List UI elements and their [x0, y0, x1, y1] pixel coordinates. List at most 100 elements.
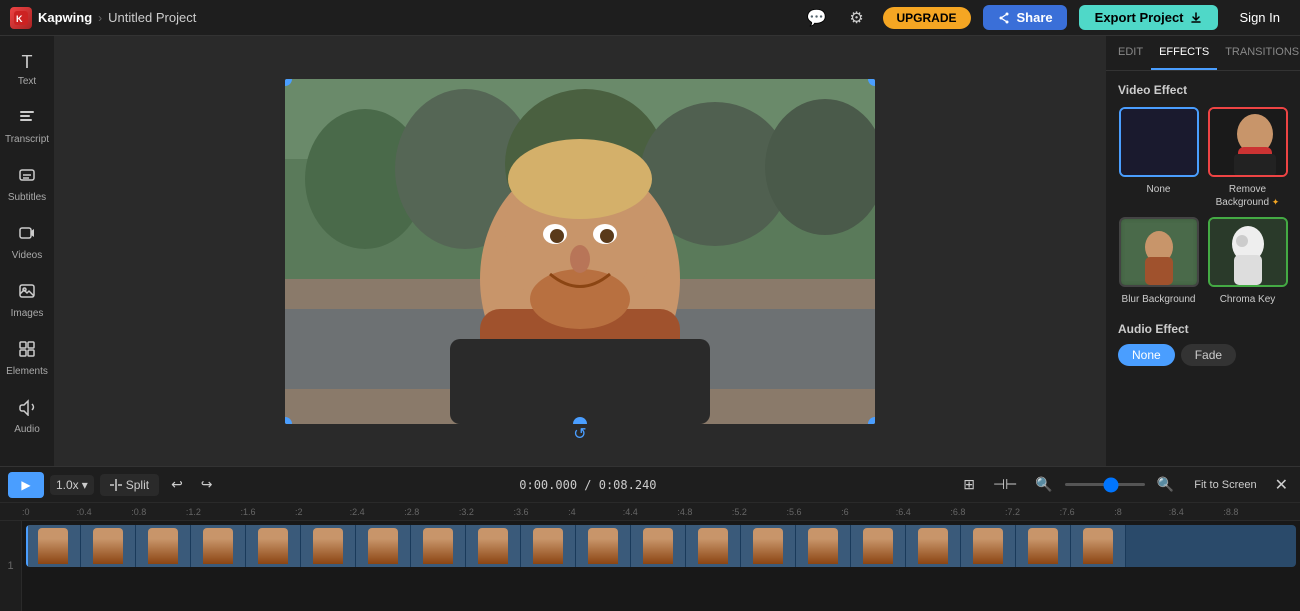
signin-button[interactable]: Sign In	[1230, 5, 1290, 30]
sidebar-item-elements-label: Elements	[6, 366, 48, 378]
track-content	[22, 521, 1300, 611]
zoom-out-icon[interactable]: 🔍	[1029, 472, 1058, 497]
right-panel: EDIT EFFECTS TRANSITIONS TIMING Video Ef…	[1105, 36, 1300, 466]
sidebar-item-transcript[interactable]: Transcript	[3, 100, 51, 154]
sidebar-item-text[interactable]: T Text	[3, 44, 51, 96]
redo-timeline-button[interactable]: ↪	[195, 472, 219, 497]
export-label: Export Project	[1095, 10, 1184, 25]
ruler-mark-11: :4.4	[623, 507, 678, 517]
subtitles-icon	[18, 166, 36, 189]
settings-icon-btn[interactable]: ⚙	[843, 4, 871, 32]
timeline-controls: ▶ 1.0x ▾ Split ↩ ↪ 0:00.000 / 0:08.240 ⊞…	[0, 467, 1300, 503]
audio-icon	[18, 398, 36, 421]
panel-tabs: EDIT EFFECTS TRANSITIONS TIMING	[1106, 36, 1300, 71]
split-icon	[110, 479, 122, 491]
frame-thumb-6	[301, 525, 356, 567]
track-options-icon[interactable]: ⊞	[957, 472, 981, 497]
topbar: K Kapwing › Untitled Project 💬 ⚙ UPGRADE…	[0, 0, 1300, 36]
frame-thumb-8	[411, 525, 466, 567]
ruler-mark-10: :4	[568, 507, 623, 517]
ruler-mark-13: :5.2	[732, 507, 787, 517]
export-button[interactable]: Export Project	[1079, 5, 1218, 30]
timeline-track-area: 1	[0, 521, 1300, 611]
effect-remove-bg-preview	[1210, 109, 1286, 175]
handle-bottom-center[interactable]	[573, 417, 587, 424]
video-canvas[interactable]	[285, 79, 875, 424]
frame-thumb-9	[466, 525, 521, 567]
speed-selector[interactable]: 1.0x ▾	[50, 475, 94, 495]
ruler-marks-container: :0 :0.4 :0.8 :1.2 :1.6 :2 :2.4 :2.8 :3.2…	[22, 507, 1278, 517]
play-button[interactable]: ▶	[8, 472, 44, 498]
ruler-mark-9: :3.6	[513, 507, 568, 517]
frame-thumb-14	[741, 525, 796, 567]
effect-blur-bg-label: Blur Background	[1122, 293, 1196, 306]
frame-thumb-17	[906, 525, 961, 567]
video-background	[285, 79, 875, 424]
ruler-mark-14: :5.6	[787, 507, 842, 517]
frame-thumb-10	[521, 525, 576, 567]
project-name[interactable]: Untitled Project	[108, 10, 196, 25]
share-button[interactable]: Share	[983, 5, 1067, 30]
tab-effects[interactable]: EFFECTS	[1151, 36, 1217, 70]
effect-chroma-key-preview	[1210, 219, 1286, 285]
undo-btn[interactable]	[3, 456, 51, 466]
ruler-mark-3: :1.2	[186, 507, 241, 517]
effect-remove-bg[interactable]: Remove Background ✦	[1207, 107, 1288, 209]
effect-none-label: None	[1147, 183, 1171, 196]
effect-none-preview	[1121, 109, 1197, 175]
undo-timeline-button[interactable]: ↩	[165, 472, 189, 497]
logo-area: K Kapwing › Untitled Project	[10, 7, 196, 29]
effect-blur-bg-thumbnail	[1119, 217, 1199, 287]
breadcrumb-separator: ›	[98, 11, 102, 25]
video-track[interactable]	[26, 525, 1296, 567]
frame-thumb-15	[796, 525, 851, 567]
frame-thumb-13	[686, 525, 741, 567]
ruler-mark-22: :8.8	[1223, 507, 1278, 517]
sparkle-icon: ✦	[1272, 197, 1280, 207]
frame-thumb-18	[961, 525, 1016, 567]
sidebar-item-audio[interactable]: Audio	[3, 390, 51, 444]
effect-chroma-key-label: Chroma Key	[1220, 293, 1276, 306]
audio-option-none[interactable]: None	[1118, 344, 1175, 366]
effect-blur-bg[interactable]: Blur Background	[1118, 217, 1199, 306]
sidebar-item-subtitles[interactable]: Subtitles	[3, 158, 51, 212]
zoom-in-icon[interactable]: 🔍	[1151, 472, 1180, 497]
audio-option-fade[interactable]: Fade	[1181, 344, 1236, 366]
frame-thumb-4	[191, 525, 246, 567]
canvas-wrapper: ↺	[285, 79, 875, 424]
left-sidebar: T Text Transcript Subtitles Videos Ima	[0, 36, 55, 466]
fit-tracks-icon[interactable]: ⊣⊢	[987, 472, 1023, 497]
tab-transitions[interactable]: TRANSITIONS	[1217, 36, 1300, 70]
audio-options: None Fade	[1118, 344, 1288, 366]
playhead[interactable]	[26, 525, 28, 567]
tab-edit[interactable]: EDIT	[1110, 36, 1151, 70]
zoom-slider[interactable]	[1065, 483, 1145, 486]
timeline-area: ▶ 1.0x ▾ Split ↩ ↪ 0:00.000 / 0:08.240 ⊞…	[0, 466, 1300, 611]
effect-none[interactable]: None	[1118, 107, 1199, 209]
ruler-mark-18: :7.2	[1005, 507, 1060, 517]
share-label: Share	[1017, 10, 1053, 25]
comment-icon-btn[interactable]: 💬	[803, 4, 831, 32]
sidebar-item-elements[interactable]: Elements	[3, 332, 51, 386]
upgrade-button[interactable]: UPGRADE	[883, 7, 971, 29]
topbar-icons: 💬 ⚙ UPGRADE Share Export Project Sign In	[803, 4, 1291, 32]
effect-chroma-key[interactable]: Chroma Key	[1207, 217, 1288, 306]
split-label: Split	[126, 478, 149, 492]
fit-screen-button[interactable]: Fit to Screen	[1186, 475, 1264, 495]
ruler-mark-1: :0.4	[77, 507, 132, 517]
ruler-mark-15: :6	[841, 507, 896, 517]
frame-thumb-20	[1071, 525, 1126, 567]
timeline-right-controls: ⊞ ⊣⊢ 🔍 🔍 Fit to Screen ✕	[957, 471, 1292, 499]
frame-thumb-5	[246, 525, 301, 567]
thumbnail-strip	[26, 525, 1296, 567]
effects-grid: None Remove Background ✦	[1118, 107, 1288, 306]
sidebar-item-videos[interactable]: Videos	[3, 216, 51, 270]
close-timeline-button[interactable]: ✕	[1271, 471, 1292, 499]
split-button[interactable]: Split	[100, 474, 159, 496]
sidebar-item-images[interactable]: Images	[3, 274, 51, 328]
export-icon	[1190, 12, 1202, 24]
frame-thumb-19	[1016, 525, 1071, 567]
sidebar-item-subtitles-label: Subtitles	[8, 192, 46, 204]
ruler-mark-17: :6.8	[950, 507, 1005, 517]
undo-area	[3, 448, 51, 466]
